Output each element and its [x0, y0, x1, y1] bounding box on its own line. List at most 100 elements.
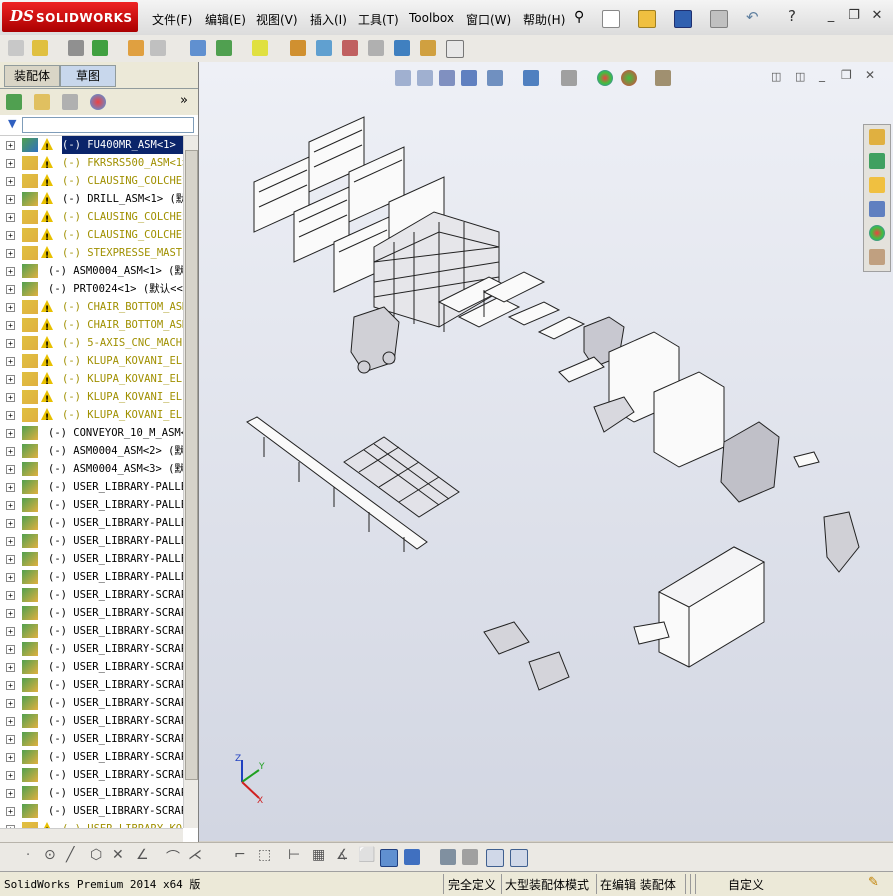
feature-manager-icon[interactable] [6, 94, 22, 110]
print-icon[interactable] [710, 10, 728, 28]
expand-icon[interactable]: + [6, 177, 15, 186]
expand-icon[interactable]: + [6, 141, 15, 150]
expand-icon[interactable]: + [6, 213, 15, 222]
tree-item[interactable]: + (-) USER_LIBRARY-SCRAP_ [0, 712, 183, 730]
expand-icon[interactable]: + [6, 429, 15, 438]
copy-icon[interactable] [462, 849, 478, 865]
design-library-icon[interactable] [869, 153, 885, 169]
assembly-features-icon[interactable] [216, 40, 232, 56]
solidworks-logo[interactable]: DS SOLIDWORKS [2, 2, 138, 32]
expand-icon[interactable]: + [6, 591, 15, 600]
restore-icon[interactable]: ❐ [846, 8, 862, 24]
tree-item[interactable]: + (-) KLUPA_KOVANI_ELE [0, 388, 183, 406]
expand-icon[interactable]: + [6, 465, 15, 474]
tree-item[interactable]: +(-) USER_LIBRARY-KOF [0, 820, 183, 828]
tree-item[interactable]: + (-) CHAIR_BOTTOM_ASM [0, 298, 183, 316]
tree-item[interactable]: + (-) FU400MR_ASM<1> ( [0, 136, 183, 154]
tree-item[interactable]: + (-) CONVEYOR_10_M_ASM<1 [0, 424, 183, 442]
open-folder-icon[interactable] [638, 10, 656, 28]
tree-item[interactable]: + (-) USER_LIBRARY-SCRAP_ [0, 730, 183, 748]
expand-icon[interactable]: + [6, 699, 15, 708]
show-hidden-icon[interactable] [190, 40, 206, 56]
expand-icon[interactable]: + [6, 735, 15, 744]
tab-assembly[interactable]: 装配体 [4, 65, 60, 87]
expand-icon[interactable]: + [6, 573, 15, 582]
view-palette-icon[interactable] [869, 201, 885, 217]
tree-item[interactable]: + (-) CLAUSING_COLCHEST [0, 226, 183, 244]
smart-fasteners-icon[interactable] [128, 40, 144, 56]
tree-item[interactable]: + (-) USER_LIBRARY-SCRAP_ [0, 694, 183, 712]
expand-icon[interactable]: + [6, 357, 15, 366]
expand-icon[interactable]: + [6, 159, 15, 168]
menu-window[interactable]: 窗口(W) [466, 11, 511, 28]
tree-item[interactable]: + (-) USER_LIBRARY-PALLET [0, 532, 183, 550]
expand-icon[interactable]: + [6, 411, 15, 420]
custom-properties-icon[interactable] [869, 249, 885, 265]
chevron-right-icon[interactable]: » [180, 93, 188, 108]
point-icon[interactable]: · [26, 848, 30, 863]
appearances-icon[interactable] [869, 225, 885, 241]
tree-item[interactable]: + (-) CLAUSING_COLCHEST [0, 208, 183, 226]
tree-hscrollbar[interactable] [0, 828, 183, 843]
insert-component-icon[interactable] [8, 40, 24, 56]
tree-item[interactable]: + (-) 5-AXIS_CNC_MACHI [0, 334, 183, 352]
corner-icon[interactable]: ⌐ [234, 847, 246, 863]
expand-icon[interactable]: + [6, 717, 15, 726]
tree-item[interactable]: + (-) USER_LIBRARY-SCRAP_ [0, 586, 183, 604]
table-icon[interactable] [510, 849, 528, 867]
tree-item[interactable]: + (-) USER_LIBRARY-PALLET [0, 514, 183, 532]
tree-item[interactable]: + (-) USER_LIBRARY-SCRAP_ [0, 640, 183, 658]
tree-item[interactable]: + (-) PRT0024<1> (默认<<默 [0, 280, 183, 298]
minimize-icon[interactable]: _ [823, 8, 839, 24]
layers-icon[interactable] [440, 849, 456, 865]
tree-item[interactable]: + (-) USER_LIBRARY-SCRAP_ [0, 802, 183, 820]
tree-item[interactable]: + (-) ASM0004_ASM<1> (默认 [0, 262, 183, 280]
expand-icon[interactable]: + [6, 249, 15, 258]
expand-icon[interactable]: + [6, 501, 15, 510]
tree-item[interactable]: + (-) CHAIR_BOTTOM_ASM [0, 316, 183, 334]
expand-icon[interactable]: + [6, 483, 15, 492]
expand-icon[interactable]: + [6, 663, 15, 672]
tree-item[interactable]: + (-) USER_LIBRARY-PALLET [0, 550, 183, 568]
filter-input[interactable] [22, 117, 194, 133]
expand-icon[interactable]: + [6, 537, 15, 546]
angle-icon[interactable]: ∠ [136, 847, 149, 863]
expand-icon[interactable]: + [6, 807, 15, 816]
tree-item[interactable]: + (-) USER_LIBRARY-PALLET [0, 568, 183, 586]
cube-view-icon[interactable] [404, 849, 420, 865]
reference-geometry-icon[interactable] [252, 40, 268, 56]
tree-scrollbar-thumb[interactable] [185, 150, 198, 780]
home-icon[interactable] [869, 129, 885, 145]
polygon-icon[interactable]: ⬡ [90, 847, 102, 863]
clearance-icon[interactable] [420, 40, 436, 56]
tree-scrollbar[interactable] [183, 136, 198, 828]
display-manager-icon[interactable] [90, 94, 106, 110]
new-motion-study-icon[interactable] [290, 40, 306, 56]
expand-icon[interactable]: + [6, 375, 15, 384]
tree-item[interactable]: + (-) ASM0004_ASM<3> (默认 [0, 460, 183, 478]
menu-tools[interactable]: 工具(T) [358, 11, 399, 28]
expand-icon[interactable]: + [6, 195, 15, 204]
save-icon[interactable] [674, 10, 692, 28]
expand-icon[interactable]: + [6, 447, 15, 456]
expand-icon[interactable]: + [6, 231, 15, 240]
fillet-icon[interactable]: ⌒ [166, 847, 180, 867]
tree-item[interactable]: + (-) STEXPRESSE_MASTE [0, 244, 183, 262]
box-icon[interactable]: ⬜ [358, 847, 375, 863]
window-icon[interactable] [486, 849, 504, 867]
move-component-icon[interactable] [150, 40, 166, 56]
menu-insert[interactable]: 插入(I) [310, 11, 347, 28]
graphics-viewport[interactable]: ◫ ◫ _ ❐ ✕ Z Y X [199, 62, 893, 841]
tab-sketch[interactable]: 草图 [60, 65, 116, 87]
menu-edit[interactable]: 编辑(E) [205, 11, 246, 28]
status-units[interactable]: 自定义 [728, 876, 764, 893]
expand-icon[interactable]: + [6, 519, 15, 528]
tree-item[interactable]: + (-) USER_LIBRARY-SCRAP_ [0, 784, 183, 802]
pin-icon[interactable]: ⚲ [574, 9, 584, 25]
bill-of-materials-icon[interactable] [316, 40, 332, 56]
grid-icon[interactable]: ▦ [312, 847, 325, 863]
shaded-icon[interactable] [380, 849, 398, 867]
tree-item[interactable]: + (-) USER_LIBRARY-SCRAP_ [0, 748, 183, 766]
expand-icon[interactable]: + [6, 681, 15, 690]
explode-line-icon[interactable] [368, 40, 384, 56]
